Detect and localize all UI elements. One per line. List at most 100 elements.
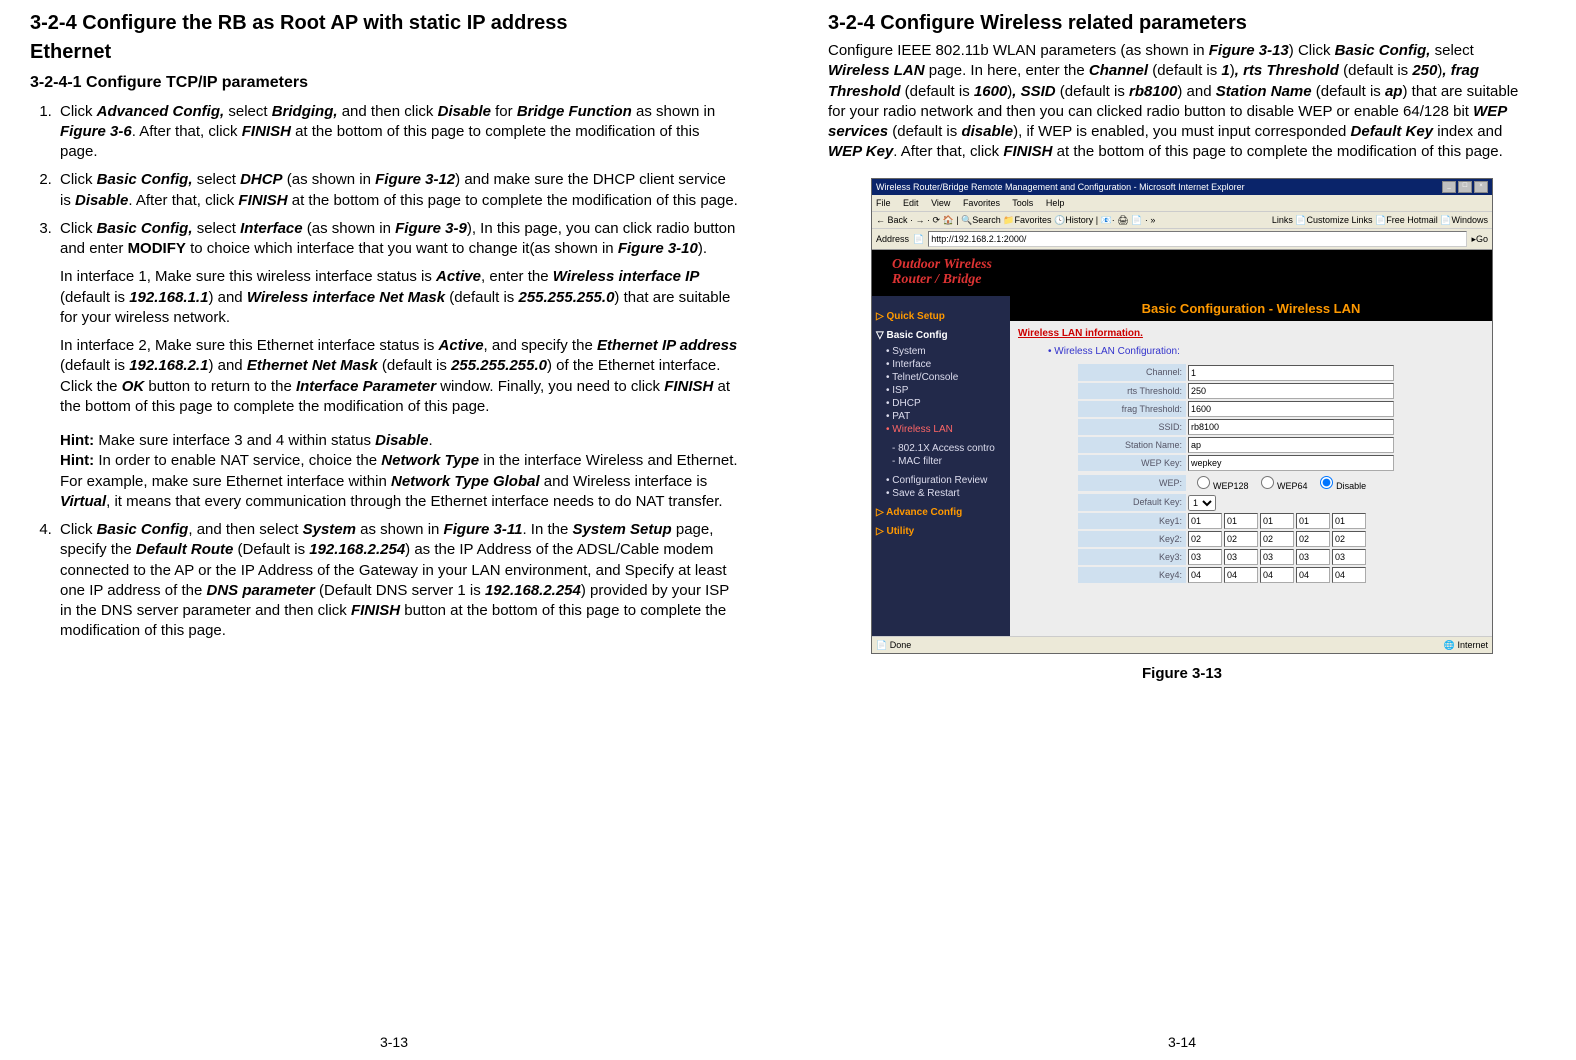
key3-input-1[interactable] xyxy=(1224,549,1258,565)
step-4: Click Basic Config, and then select Syst… xyxy=(56,520,738,642)
page-left: 3-2-4 Configure the RB as Root AP with s… xyxy=(0,0,788,1060)
wlan-conf-link[interactable]: • Wireless LAN Configuration: xyxy=(1048,345,1484,359)
heading-ethernet: Ethernet xyxy=(30,39,738,66)
sidebar-item-dhcp[interactable]: DHCP xyxy=(886,397,1006,410)
text: Virtual xyxy=(60,493,106,510)
text: 192.168.2.254 xyxy=(309,541,405,558)
maximize-icon[interactable]: ☐ xyxy=(1458,181,1472,193)
close-icon[interactable]: × xyxy=(1474,181,1488,193)
ssid-input[interactable] xyxy=(1188,419,1394,435)
key2-input-3[interactable] xyxy=(1296,531,1330,547)
text: button to return to the xyxy=(144,378,296,395)
text: (default is xyxy=(888,123,961,140)
sidebar-utility[interactable]: ▷ Utility xyxy=(876,525,1006,539)
text: Disable xyxy=(375,432,428,449)
sidebar-item-system[interactable]: System xyxy=(886,345,1006,358)
text: Interface xyxy=(240,220,303,237)
sidebar-item-pat[interactable]: PAT xyxy=(886,410,1006,423)
key2-input-1[interactable] xyxy=(1224,531,1258,547)
rts-input[interactable] xyxy=(1188,383,1394,399)
status-left: 📄 Done xyxy=(876,639,911,651)
text: Default Key xyxy=(1351,123,1434,140)
toolbar-links[interactable]: Links 📄Customize Links 📄Free Hotmail 📄Wi… xyxy=(1272,214,1488,226)
text: and Wireless interface is xyxy=(540,473,708,490)
wepkey-label: WEP Key: xyxy=(1078,455,1186,471)
menu-view[interactable]: View xyxy=(931,198,950,208)
text: Channel xyxy=(1089,62,1148,79)
address-input[interactable] xyxy=(928,231,1467,247)
sidebar-item-8021x[interactable]: 802.1X Access contro xyxy=(892,442,1006,455)
go-button[interactable]: ▸Go xyxy=(1471,233,1488,245)
step-2: Click Basic Config, select DHCP (as show… xyxy=(56,170,738,211)
text: 255.255.255.0 xyxy=(451,357,547,374)
text: , it means that every communication thro… xyxy=(106,493,722,510)
menu-tools[interactable]: Tools xyxy=(1012,198,1033,208)
sidebar-item-telnet[interactable]: Telnet/Console xyxy=(886,371,1006,384)
key2-input-0[interactable] xyxy=(1188,531,1222,547)
text: FINISH xyxy=(238,192,287,209)
key4-input-2[interactable] xyxy=(1260,567,1294,583)
key1-input-2[interactable] xyxy=(1260,513,1294,529)
text: In order to enable NAT service, choice t… xyxy=(94,452,381,469)
sidebar-basic-config[interactable]: ▽ Basic Config xyxy=(876,329,1006,343)
text: Ethernet IP address xyxy=(597,337,737,354)
key3-input-4[interactable] xyxy=(1332,549,1366,565)
text: Default Route xyxy=(136,541,234,558)
station-input[interactable] xyxy=(1188,437,1394,453)
menu-edit[interactable]: Edit xyxy=(903,198,919,208)
menu-file[interactable]: File xyxy=(876,198,891,208)
menu-help[interactable]: Help xyxy=(1046,198,1065,208)
heading-config-rb: 3-2-4 Configure the RB as Root AP with s… xyxy=(30,10,738,37)
minimize-icon[interactable]: _ xyxy=(1442,181,1456,193)
key3-input-3[interactable] xyxy=(1296,549,1330,565)
wep-disable-label: Disable xyxy=(1336,481,1366,491)
key4-input-3[interactable] xyxy=(1296,567,1330,583)
key4-input-4[interactable] xyxy=(1332,567,1366,583)
sidebar-item-save-restart[interactable]: Save & Restart xyxy=(886,487,1006,500)
key3-input-2[interactable] xyxy=(1260,549,1294,565)
sidebar-item-interface[interactable]: Interface xyxy=(886,358,1006,371)
key4-input-1[interactable] xyxy=(1224,567,1258,583)
sidebar-item-mac-filter[interactable]: MAC filter xyxy=(892,455,1006,468)
page-body: ▷ Quick Setup ▽ Basic Config System Inte… xyxy=(872,296,1492,636)
text: 192.168.1.1 xyxy=(129,289,208,306)
content-title: Basic Configuration - Wireless LAN xyxy=(1010,296,1492,322)
heading-wireless-params: 3-2-4 Configure Wireless related paramet… xyxy=(828,10,1536,37)
text: System Setup xyxy=(573,521,672,538)
text: (as shown in xyxy=(303,220,396,237)
wepkey-input[interactable] xyxy=(1188,455,1394,471)
channel-input[interactable] xyxy=(1188,365,1394,381)
wep64-radio[interactable] xyxy=(1261,476,1274,489)
wep128-radio[interactable] xyxy=(1197,476,1210,489)
text: . After that, click xyxy=(128,192,238,209)
text: ) and xyxy=(208,289,246,306)
sidebar-item-conf-review[interactable]: Configuration Review xyxy=(886,474,1006,487)
text: Network Type Global xyxy=(391,473,540,490)
menu-favorites[interactable]: Favorites xyxy=(963,198,1000,208)
sidebar-quick-setup[interactable]: ▷ Quick Setup xyxy=(876,310,1006,324)
text: select xyxy=(193,220,241,237)
sidebar-advance-config[interactable]: ▷ Advance Config xyxy=(876,506,1006,520)
key1-input-3[interactable] xyxy=(1296,513,1330,529)
key3-input-0[interactable] xyxy=(1188,549,1222,565)
key1-input-1[interactable] xyxy=(1224,513,1258,529)
text: for xyxy=(491,103,517,120)
key2-input-4[interactable] xyxy=(1332,531,1366,547)
text: ap xyxy=(1385,83,1403,100)
steps-list: Click Advanced Config, select Bridging, … xyxy=(30,102,738,642)
key1-input-0[interactable] xyxy=(1188,513,1222,529)
key4-input-0[interactable] xyxy=(1188,567,1222,583)
text: (default is xyxy=(1148,62,1221,79)
text: In interface 1, Make sure this wireless … xyxy=(60,268,436,285)
wep-disable-radio[interactable] xyxy=(1320,476,1333,489)
sidebar-item-wlan[interactable]: Wireless LAN xyxy=(886,423,1006,436)
key1-input-4[interactable] xyxy=(1332,513,1366,529)
sidebar-item-isp[interactable]: ISP xyxy=(886,384,1006,397)
text: Figure 3-10 xyxy=(618,240,698,257)
defkey-select[interactable]: 1 xyxy=(1188,495,1216,511)
brand-line2: Router / Bridge xyxy=(892,273,992,288)
frag-input[interactable] xyxy=(1188,401,1394,417)
key2-input-2[interactable] xyxy=(1260,531,1294,547)
toolbar-navigation[interactable]: ← Back · → · ⟳ 🏠 | 🔍Search 📁Favorites 🕓H… xyxy=(876,214,1155,226)
text: . After that, click xyxy=(132,123,242,140)
